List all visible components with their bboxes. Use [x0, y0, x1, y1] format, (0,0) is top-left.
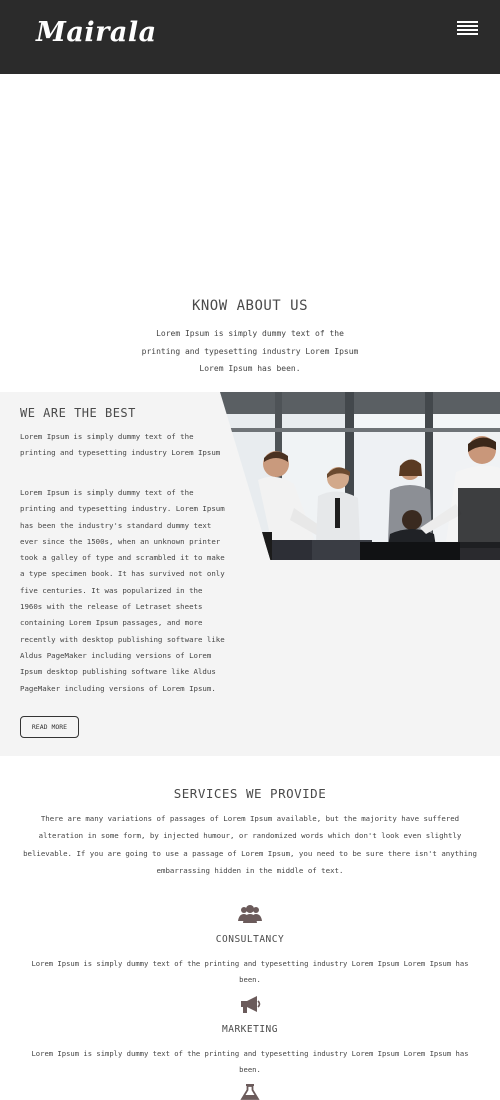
megaphone-icon: [241, 996, 261, 1013]
service-title-marketing: MARKETING: [222, 1024, 278, 1035]
service-title-consultancy: CONSULTANCY: [215, 934, 285, 945]
about-text: Lorem Ipsum is simply dummy text of the …: [141, 329, 359, 373]
best-paragraph-2: Lorem Ipsum is simply dummy text of the …: [20, 488, 225, 693]
page: Mairala KNOW ABOUT US Lorem Ipsum is sim…: [0, 0, 500, 1100]
service-text-marketing: Lorem Ipsum is simply dummy text of the …: [31, 1049, 469, 1074]
business-meeting-photo: [220, 392, 500, 560]
best-section: WE ARE THE BEST Lorem Ipsum is simply du…: [0, 392, 500, 756]
service-text-consultancy: Lorem Ipsum is simply dummy text of the …: [31, 959, 469, 984]
best-title: WE ARE THE BEST: [20, 406, 136, 420]
site-header: Mairala: [0, 0, 500, 74]
hamburger-menu-icon[interactable]: [457, 21, 478, 38]
services-intro: There are many variations of passages of…: [23, 814, 477, 875]
services-title: SERVICES WE PROVIDE: [173, 786, 327, 801]
best-paragraph-1: Lorem Ipsum is simply dummy text of the …: [20, 432, 221, 458]
users-icon: [238, 905, 262, 923]
read-more-button[interactable]: READ MORE: [20, 716, 79, 738]
flask-icon: [240, 1084, 260, 1100]
about-title: KNOW ABOUT US: [191, 298, 309, 314]
site-logo[interactable]: Mairala: [36, 17, 157, 48]
